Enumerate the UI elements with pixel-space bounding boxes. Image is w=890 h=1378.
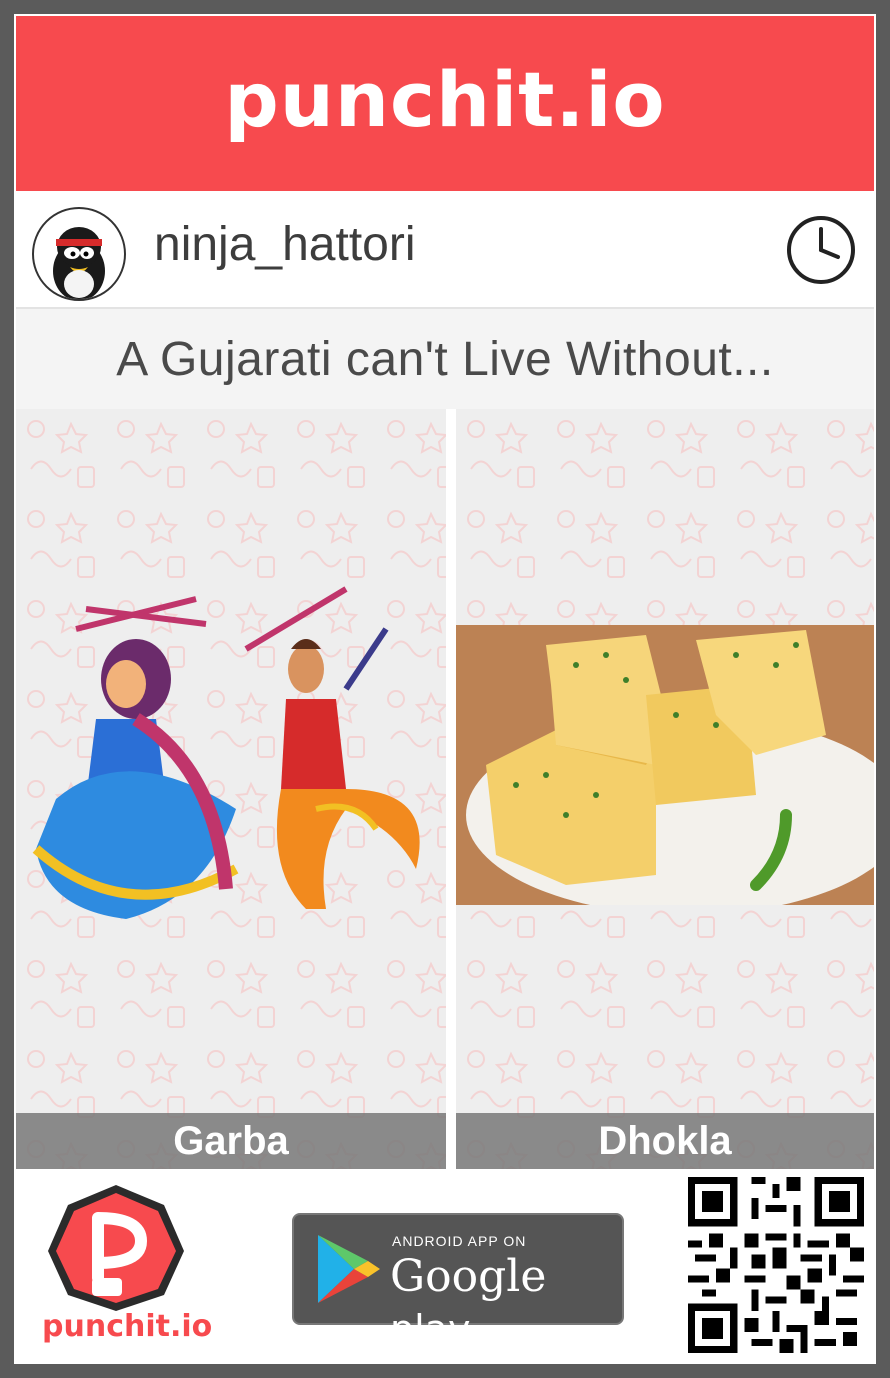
dhokla-photo — [456, 625, 874, 905]
question-text: A Gujarati can't Live Without... — [116, 332, 774, 386]
google-play-button[interactable]: ANDROID APP ON Google play — [292, 1213, 624, 1351]
clock-icon[interactable] — [786, 215, 856, 285]
option-caption: Dhokla — [456, 1113, 874, 1169]
option-dhokla[interactable]: Dhokla — [456, 409, 874, 1169]
store-big-text: Google play — [390, 1251, 547, 1351]
qr-code[interactable] — [688, 1177, 864, 1353]
ninja-avatar[interactable] — [32, 207, 126, 301]
footer: punchit.io ANDROID APP ON Google play — [16, 1169, 874, 1362]
option-label-dhokla: Dhokla — [598, 1118, 732, 1163]
footer-logo-text: punchit.io — [42, 1309, 213, 1344]
option-label-garba: Garba — [173, 1118, 289, 1163]
post-card: punchit.io ninja_hattori A Gujarati can'… — [14, 14, 876, 1364]
store-small-text: ANDROID APP ON — [392, 1233, 527, 1249]
header-logo[interactable]: punchit.io — [224, 55, 665, 144]
google-play-icon — [318, 1235, 380, 1303]
option-caption: Garba — [16, 1113, 446, 1169]
option-garba[interactable]: Garba — [16, 409, 446, 1169]
user-bar: ninja_hattori — [16, 191, 874, 309]
app-header: punchit.io — [16, 16, 874, 191]
garba-dancers-illustration — [32, 586, 420, 919]
question-bar: A Gujarati can't Live Without... — [16, 309, 874, 409]
username[interactable]: ninja_hattori — [154, 217, 416, 272]
punchit-app-logo[interactable] — [46, 1183, 186, 1313]
